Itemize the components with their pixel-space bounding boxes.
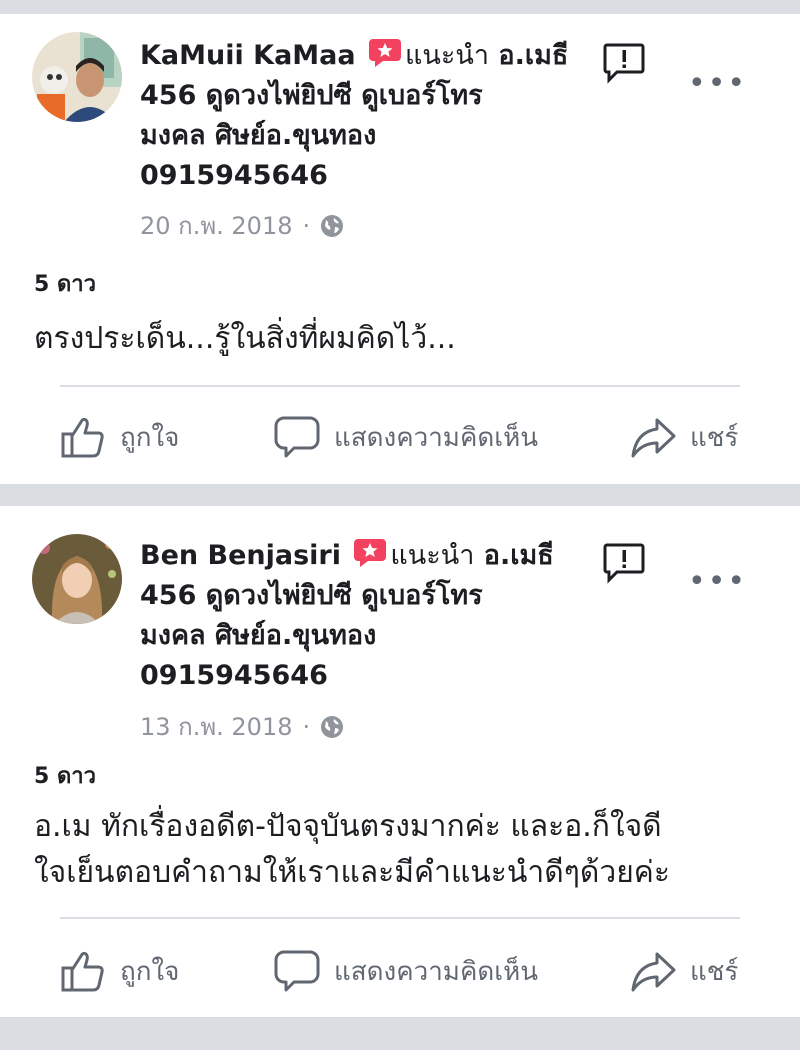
like-label: ถูกใจ [120, 422, 180, 453]
recommends-label: แนะนำ [390, 540, 475, 571]
divider [60, 917, 740, 919]
like-button[interactable]: ถูกใจ [60, 946, 179, 996]
comment-bubble-icon [274, 950, 320, 992]
recommend-badge-icon [369, 39, 401, 67]
share-button[interactable]: แชร์ [630, 946, 738, 996]
divider [60, 385, 740, 387]
rating-text: 5 ดาว [34, 764, 96, 789]
rating-text: 5 ดาว [34, 272, 96, 297]
review-text-line: อ.เม ทักเรื่องอดีต-ปัจจุบันตรงมากค่ะ และ… [34, 809, 662, 844]
page-name[interactable]: อ.เมธี [498, 40, 568, 71]
author-name[interactable]: Ben Benjasiri [140, 540, 341, 571]
post-meta: 20 ก.พ. 2018 · [140, 206, 344, 245]
page-name-line3[interactable]: มงคล ศิษย์อ.ขุนทอง [140, 120, 376, 151]
share-button[interactable]: แชร์ [630, 412, 738, 462]
comment-button[interactable]: แสดงความคิดเห็น [274, 946, 538, 996]
page-name-line3[interactable]: มงคล ศิษย์อ.ขุนทอง [140, 620, 376, 651]
page-name[interactable]: อ.เมธี [484, 540, 554, 571]
review-header: Ben Benjasiri แนะนำ อ.เมธี 456 ดูดวงไพ่ย… [140, 536, 580, 696]
review-header: KaMuii KaMaa แนะนำ อ.เมธี 456 ดูดวงไพ่ยิ… [140, 36, 580, 196]
page-name-line2[interactable]: 456 ดูดวงไพ่ยิปซี ดูเบอร์โทร [140, 80, 483, 111]
report-flag-icon[interactable] [603, 542, 645, 584]
report-flag-icon[interactable] [603, 42, 645, 84]
page-name-line4[interactable]: 0915945646 [140, 660, 328, 691]
review-text: อ.เม ทักเรื่องอดีต-ปัจจุบันตรงมากค่ะ และ… [34, 804, 774, 896]
review-text: ตรงประเด็น...รู้ในสิ่งที่ผมคิดไว้... [34, 316, 774, 362]
recommend-badge-icon [354, 539, 387, 567]
comment-button[interactable]: แสดงความคิดเห็น [274, 412, 538, 462]
thumbs-up-icon [61, 951, 104, 992]
review-text-line: ใจเย็นตอบคำถามให้เราและมีคำแนะนำดีๆด้วยค… [34, 855, 670, 890]
action-bar: ถูกใจ แสดงความคิดเห็น แชร์ [0, 946, 800, 996]
review-card: KaMuii KaMaa แนะนำ อ.เมธี 456 ดูดวงไพ่ยิ… [0, 14, 800, 484]
action-bar: ถูกใจ แสดงความคิดเห็น แชร์ [0, 412, 800, 462]
globe-icon [321, 715, 344, 738]
author-name[interactable]: KaMuii KaMaa [140, 40, 356, 71]
like-label: ถูกใจ [120, 956, 180, 987]
thumbs-up-icon [61, 417, 104, 458]
post-date[interactable]: 20 ก.พ. 2018 [140, 206, 292, 245]
post-meta: 13 ก.พ. 2018 · [140, 707, 344, 746]
share-label: แชร์ [690, 422, 739, 453]
recommends-label: แนะนำ [405, 40, 489, 71]
globe-icon [321, 214, 344, 237]
meta-separator: · [302, 712, 311, 741]
share-arrow-icon [631, 418, 676, 458]
meta-separator: · [302, 211, 311, 240]
comment-label: แสดงความคิดเห็น [334, 422, 539, 453]
review-text-line: ตรงประเด็น...รู้ในสิ่งที่ผมคิดไว้... [34, 321, 456, 356]
review-card: Ben Benjasiri แนะนำ อ.เมธี 456 ดูดวงไพ่ย… [0, 506, 800, 1017]
page-name-line2[interactable]: 456 ดูดวงไพ่ยิปซี ดูเบอร์โทร [140, 580, 483, 611]
more-options-button[interactable]: ••• [688, 69, 747, 99]
avatar[interactable] [32, 32, 122, 122]
avatar[interactable] [32, 534, 122, 624]
comment-label: แสดงความคิดเห็น [334, 956, 539, 987]
share-arrow-icon [631, 952, 676, 992]
comment-bubble-icon [274, 416, 320, 458]
feed-gap [0, 0, 800, 14]
like-button[interactable]: ถูกใจ [60, 412, 179, 462]
more-options-button[interactable]: ••• [688, 567, 747, 597]
page-name-line4[interactable]: 0915945646 [140, 160, 328, 191]
share-label: แชร์ [690, 956, 739, 987]
post-date[interactable]: 13 ก.พ. 2018 [140, 707, 292, 746]
